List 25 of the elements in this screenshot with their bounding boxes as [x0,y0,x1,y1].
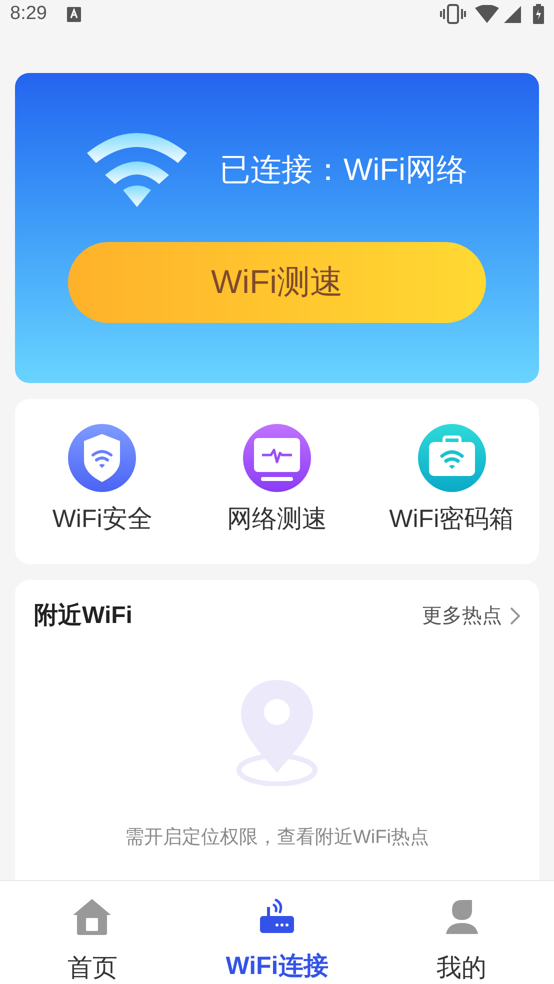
chevron-right-icon [510,606,520,624]
feature-label[interactable]: WiFi密码箱 [389,500,514,538]
house-icon [72,898,112,936]
battery-icon [533,4,544,24]
wifi-signal-icon [475,5,499,24]
speed-test-button[interactable]: WiFi测速 [68,242,486,322]
nav-tab[interactable]: 首页 [0,880,185,984]
shield-wifi-icon [68,424,136,492]
cell-signal-icon [504,6,521,23]
person-icon [444,898,480,936]
status-time: 8:29 [10,2,47,26]
briefcase-wifi-icon [418,424,486,492]
nav-tab[interactable]: WiFi连接 [184,880,370,984]
connection-status: 已连接：WiFi网络 [220,150,468,189]
nav-tab[interactable]: 我的 [369,880,554,984]
monitor-pulse-icon [242,424,311,492]
keyboard-a-icon [66,6,81,22]
more-hotspots-link[interactable]: 更多热点 [422,600,520,630]
wifi-icon [86,132,186,208]
feature-label[interactable]: WiFi安全 [52,500,152,538]
section-title: 附近WiFi [34,600,132,630]
vibrate-icon [440,4,466,24]
router-icon [258,898,295,934]
feature-label[interactable]: 网络测速 [226,500,327,538]
permission-message: 需开启定位权限，查看附近WiFi热点 [125,826,429,850]
